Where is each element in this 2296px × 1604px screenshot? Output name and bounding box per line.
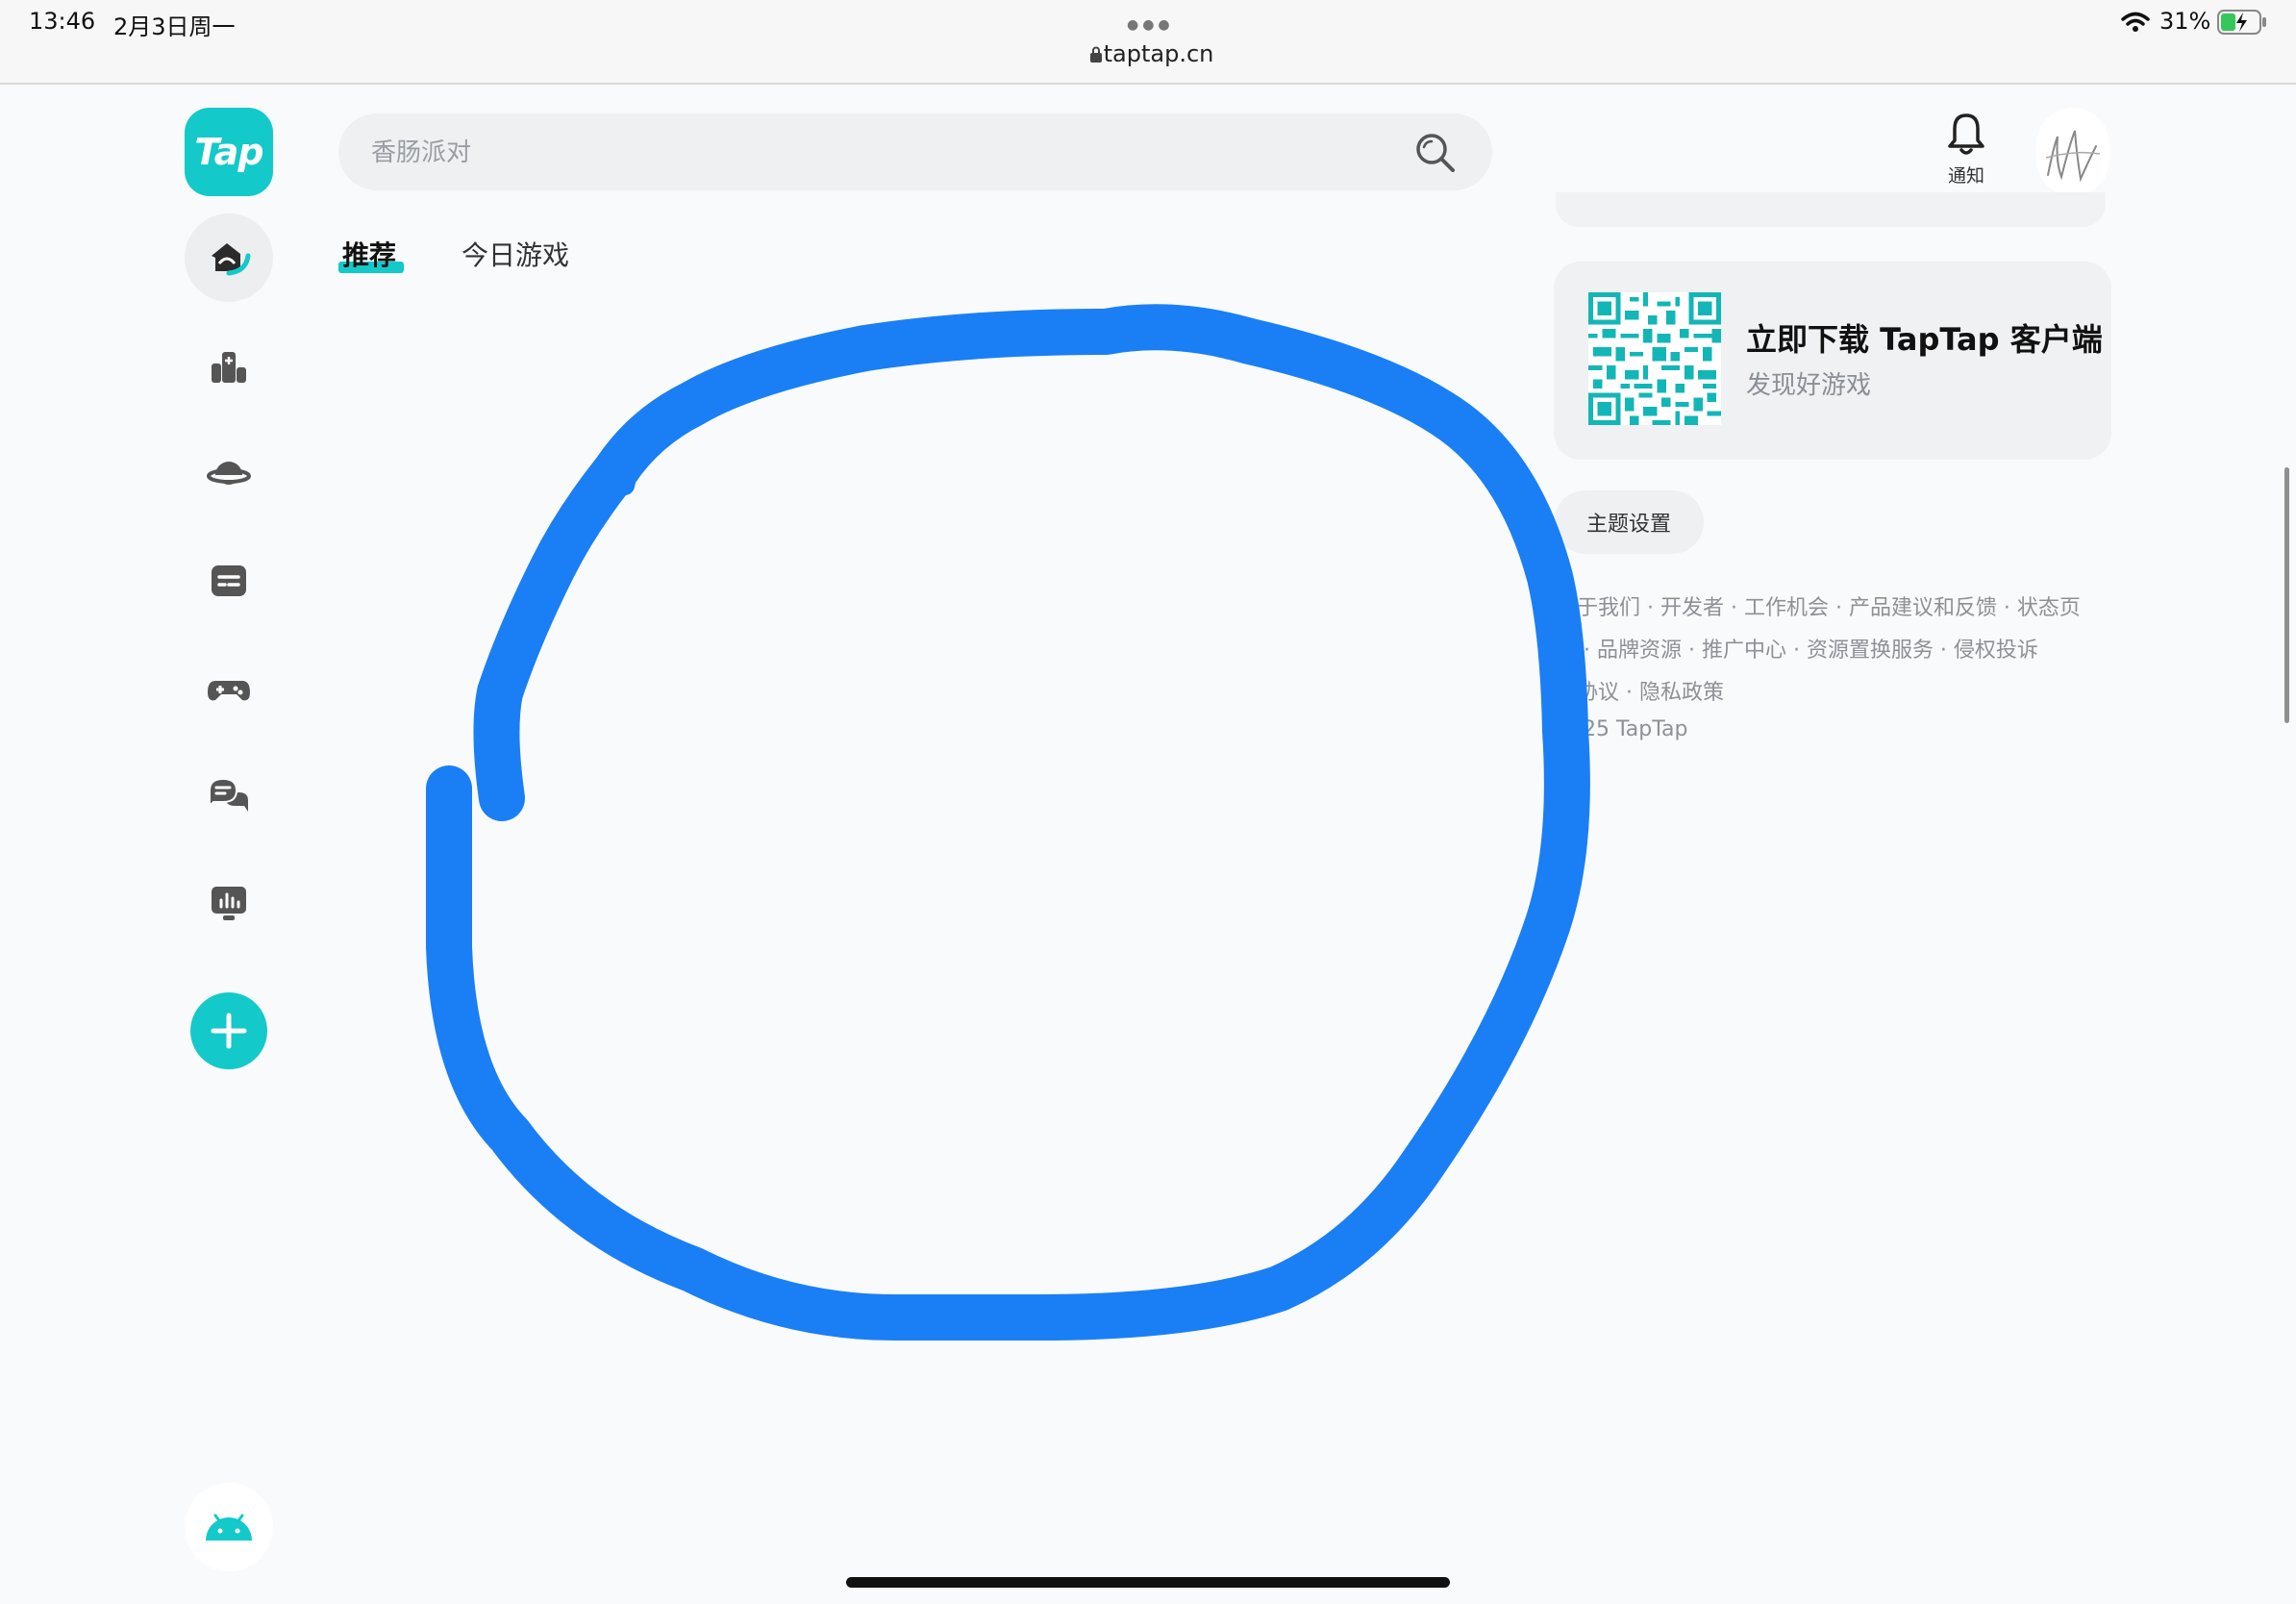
planet-icon bbox=[207, 462, 251, 485]
sidebar-item-ranking[interactable] bbox=[185, 323, 273, 412]
battery-percent: 31% bbox=[2159, 8, 2211, 35]
battery-icon bbox=[2217, 10, 2266, 35]
download-app-card[interactable]: 立即下载 TapTap 客户端 发现好游戏 bbox=[1554, 262, 2111, 460]
browser-status-bar: 13:46 2月3日周一 ●●● taptap.cn 31% bbox=[0, 0, 2296, 85]
gamepad-icon bbox=[208, 681, 250, 701]
theme-settings-button[interactable]: 主题设置 bbox=[1554, 490, 1704, 554]
footer-links-line2[interactable]: 证 · 品牌资源 · 推广中心 · 资源置换服务 · 侵权投诉 bbox=[1556, 633, 2038, 664]
home-icon bbox=[212, 243, 251, 276]
previous-card-edge bbox=[1556, 192, 2106, 227]
android-icon bbox=[206, 1514, 252, 1541]
home-indicator[interactable] bbox=[846, 1577, 1450, 1588]
add-button[interactable] bbox=[190, 992, 267, 1069]
footer-copyright: 2025 TapTap bbox=[1556, 717, 1688, 741]
sidebar-item-games[interactable] bbox=[185, 644, 273, 733]
bell-icon bbox=[1948, 113, 1984, 155]
sidebar-item-home[interactable] bbox=[185, 213, 273, 302]
logo-text: Tap bbox=[194, 131, 263, 173]
status-date: 2月3日周一 bbox=[113, 13, 236, 40]
plus-icon bbox=[211, 1013, 247, 1049]
footer-links-line1[interactable]: 关于我们 · 开发者 · 工作机会 · 产品建议和反馈 · 状态页 bbox=[1556, 590, 2081, 621]
taptap-logo[interactable]: Tap bbox=[185, 108, 273, 196]
qr-code bbox=[1588, 292, 1721, 425]
sidebar-item-chat[interactable] bbox=[185, 752, 273, 840]
ranking-icon bbox=[212, 352, 246, 383]
more-dots-icon[interactable]: ●●● bbox=[1127, 17, 1174, 33]
signature-avatar-icon bbox=[2045, 130, 2101, 183]
sidebar-item-planet[interactable] bbox=[185, 429, 273, 517]
url-bar[interactable]: taptap.cn bbox=[1086, 40, 1231, 67]
sidebar-item-feed[interactable] bbox=[185, 537, 273, 625]
search-bar[interactable] bbox=[338, 113, 1492, 192]
download-card-title: 立即下载 TapTap 客户端 bbox=[1746, 321, 2103, 358]
notification-button[interactable]: 通知 bbox=[1933, 112, 2000, 194]
tab-recommend[interactable]: 推荐 bbox=[342, 235, 396, 273]
download-card-subtitle: 发现好游戏 bbox=[1746, 371, 1872, 400]
status-time: 13:46 bbox=[29, 8, 96, 35]
search-input[interactable] bbox=[369, 113, 1373, 192]
wifi-icon bbox=[2121, 12, 2150, 32]
page-scrollbar[interactable] bbox=[2284, 467, 2289, 723]
tab-today-games[interactable]: 今日游戏 bbox=[462, 235, 569, 273]
notification-label: 通知 bbox=[1947, 165, 1984, 187]
sidebar-item-stats[interactable] bbox=[185, 858, 273, 946]
footer-links-line3[interactable]: 务协议 · 隐私政策 bbox=[1556, 675, 1724, 706]
feed-icon bbox=[212, 565, 246, 596]
chat-icon bbox=[209, 777, 248, 812]
android-download-button[interactable] bbox=[185, 1483, 273, 1571]
stats-icon bbox=[212, 887, 246, 920]
avatar[interactable] bbox=[2036, 108, 2109, 196]
search-icon[interactable] bbox=[1413, 131, 1458, 175]
